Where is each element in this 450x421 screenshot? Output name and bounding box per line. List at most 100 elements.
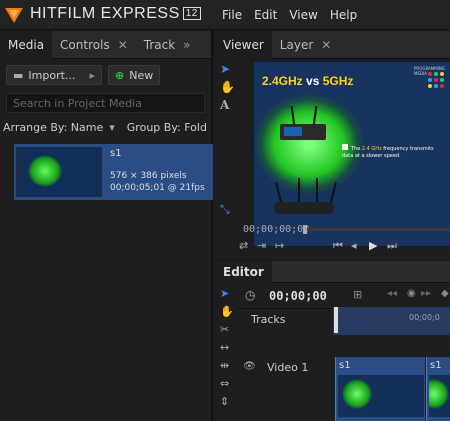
insert-icon[interactable]: ↦: [275, 239, 284, 252]
router-image: [280, 124, 326, 140]
roll-tool-icon[interactable]: ⇔: [220, 377, 229, 390]
media-item-name: s1: [110, 148, 122, 159]
tab-editor[interactable]: Editor: [215, 260, 272, 283]
app-brand: HITFILM EXPRESS 12: [30, 5, 201, 23]
tab-media-label: Media: [8, 37, 45, 52]
loop-icon[interactable]: ⇄: [239, 239, 248, 252]
brand-name: HITFILM EXPRESS: [30, 5, 180, 22]
hand-tool-icon[interactable]: ✋: [220, 80, 235, 94]
select-tool-icon[interactable]: ➤: [220, 62, 230, 76]
media-item-info: 576 × 386 pixels 00;00;05;01 @ 21fps: [110, 170, 205, 194]
slide-title-vs: vs: [302, 74, 323, 88]
slide-title-part2: 5GHz: [322, 74, 354, 88]
group-by-dropdown[interactable]: Group By: Fold: [127, 121, 207, 134]
plus-icon: ⊕: [115, 68, 125, 82]
ruler-tick: 00;00;0: [409, 313, 440, 322]
prev-marker-icon[interactable]: ◂◂: [387, 288, 397, 299]
search-input[interactable]: Search in Project Media: [6, 93, 205, 113]
add-track-icon[interactable]: ⊞: [353, 288, 362, 301]
timeline-ruler[interactable]: 00;00;0: [333, 307, 450, 335]
step-forward-icon[interactable]: ⏭: [387, 239, 397, 253]
text-tool-icon[interactable]: A: [220, 98, 229, 112]
keyframe-icon[interactable]: ◆: [441, 288, 449, 299]
video-track-1: 👁 Video 1 s1 s1: [237, 357, 450, 421]
menu-help[interactable]: Help: [330, 8, 357, 22]
menu-bar: File Edit View Help: [222, 8, 357, 22]
next-marker-icon[interactable]: ▸▸: [421, 288, 431, 299]
media-tabbar: Media Controls ✕ Track »: [0, 30, 211, 59]
go-to-start-icon[interactable]: ⏮: [333, 239, 343, 253]
resize-handle-icon[interactable]: ⤡: [220, 202, 230, 217]
chevron-right-icon: ▸: [89, 68, 95, 82]
marker-icon[interactable]: ◉: [407, 288, 416, 299]
playhead[interactable]: [334, 307, 338, 333]
brand-dots-logo: [428, 66, 448, 102]
media-panel: Media Controls ✕ Track » ▬ Import... ▸ ⊕…: [0, 30, 213, 421]
slip-tool-icon[interactable]: ↔: [220, 341, 229, 354]
tab-editor-label: Editor: [223, 264, 264, 279]
new-label: New: [129, 68, 154, 82]
new-button[interactable]: ⊕ New: [108, 65, 160, 85]
tab-layer-label: Layer: [279, 37, 314, 52]
chevron-down-icon[interactable]: ▾: [109, 121, 115, 134]
viewer-timecode[interactable]: 00;00;00;00: [243, 224, 309, 235]
media-item[interactable]: s1 576 × 386 pixels 00;00;05;01 @ 21fps: [14, 144, 213, 200]
tab-viewer-label: Viewer: [223, 37, 264, 52]
editor-tabbar: Editor: [215, 260, 450, 283]
editor-toolbar: ➤ ✋ ✂ ↔ ⇹ ⇔ ⇕: [215, 283, 237, 421]
media-item-duration: 00;00;05;01 @ 21fps: [110, 183, 205, 193]
router-image-2: [274, 202, 334, 214]
viewer-canvas[interactable]: 2.4GHz vs 5GHz PROGRAMMING MEDIA The 2.4…: [253, 61, 450, 247]
transport-controls: ⇄ ⇥ ↦ ⏮ ◂ ▶ ⏭: [237, 239, 450, 257]
video-track-label: Video 1: [267, 361, 309, 374]
timeline-clip[interactable]: s1: [335, 357, 425, 421]
arrange-bar: Arrange By: Name ▾ Group By: Fold: [0, 116, 211, 138]
viewer-toolbar: ➤ ✋ A ⤡: [215, 60, 237, 220]
media-item-dimensions: 576 × 386 pixels: [110, 171, 187, 181]
slide-tool-icon[interactable]: ⇹: [220, 359, 229, 372]
tab-track[interactable]: Track »: [136, 31, 199, 59]
slide-title: 2.4GHz vs 5GHz: [262, 74, 353, 88]
version-badge: 12: [182, 7, 201, 20]
clip-name: s1: [430, 360, 442, 371]
viewer-scrub-bar[interactable]: [303, 225, 450, 234]
arrange-by-dropdown[interactable]: Arrange By: Name: [3, 121, 103, 134]
menu-edit[interactable]: Edit: [254, 8, 277, 22]
tab-track-label: Track: [143, 37, 176, 52]
editor-timecode[interactable]: 00;00;00: [269, 289, 327, 303]
tab-controls[interactable]: Controls ✕: [52, 31, 136, 59]
tab-layer[interactable]: Layer ✕: [272, 31, 340, 59]
tab-viewer[interactable]: Viewer: [215, 30, 272, 59]
razor-tool-icon[interactable]: ✂: [220, 323, 229, 336]
step-back-icon[interactable]: ◂: [351, 239, 357, 252]
editor-panel: Editor ➤ ✋ ✂ ↔ ⇹ ⇔ ⇕ ◷ 00;00;00 ⊞ ◂◂ ◉ ▸…: [215, 260, 450, 421]
play-icon[interactable]: ▶: [369, 239, 377, 252]
media-thumbnail: [16, 147, 102, 197]
close-icon[interactable]: ✕: [118, 38, 128, 52]
hand-tool-icon[interactable]: ✋: [220, 305, 234, 318]
menu-view[interactable]: View: [289, 8, 317, 22]
tab-media[interactable]: Media: [0, 30, 53, 59]
tab-controls-label: Controls: [60, 37, 110, 52]
select-tool-icon[interactable]: ➤: [220, 287, 229, 300]
eye-icon[interactable]: 👁: [243, 361, 256, 372]
title-bar: HITFILM EXPRESS 12 File Edit View Help: [0, 0, 450, 30]
folder-icon: ▬: [13, 68, 24, 82]
media-toolbar: ▬ Import... ▸ ⊕ New: [0, 59, 211, 91]
viewer-panel: Viewer Layer ✕ ➤ ✋ A ⤡ 2.4GHz vs 5GHz PR…: [215, 30, 450, 259]
bullet-text-a: The: [351, 146, 362, 152]
menu-file[interactable]: File: [222, 8, 242, 22]
editor-header: ◷ 00;00;00 ⊞ ◂◂ ◉ ▸▸ ◆: [237, 283, 450, 309]
rate-tool-icon[interactable]: ⇕: [220, 395, 229, 408]
slide-title-part1: 2.4GHz: [262, 74, 303, 88]
viewer-tabbar: Viewer Layer ✕: [215, 30, 450, 59]
bullet-highlight: 2.4 GHz: [361, 146, 382, 152]
clip-name: s1: [339, 360, 351, 371]
clock-icon: ◷: [245, 288, 256, 302]
import-button[interactable]: ▬ Import... ▸: [6, 65, 102, 85]
timeline-clip[interactable]: s1: [426, 357, 450, 421]
export-icon[interactable]: ⇥: [257, 239, 266, 252]
tracks-label: Tracks: [251, 313, 286, 326]
panel-overflow-icon[interactable]: »: [183, 38, 190, 52]
close-icon[interactable]: ✕: [321, 38, 331, 52]
